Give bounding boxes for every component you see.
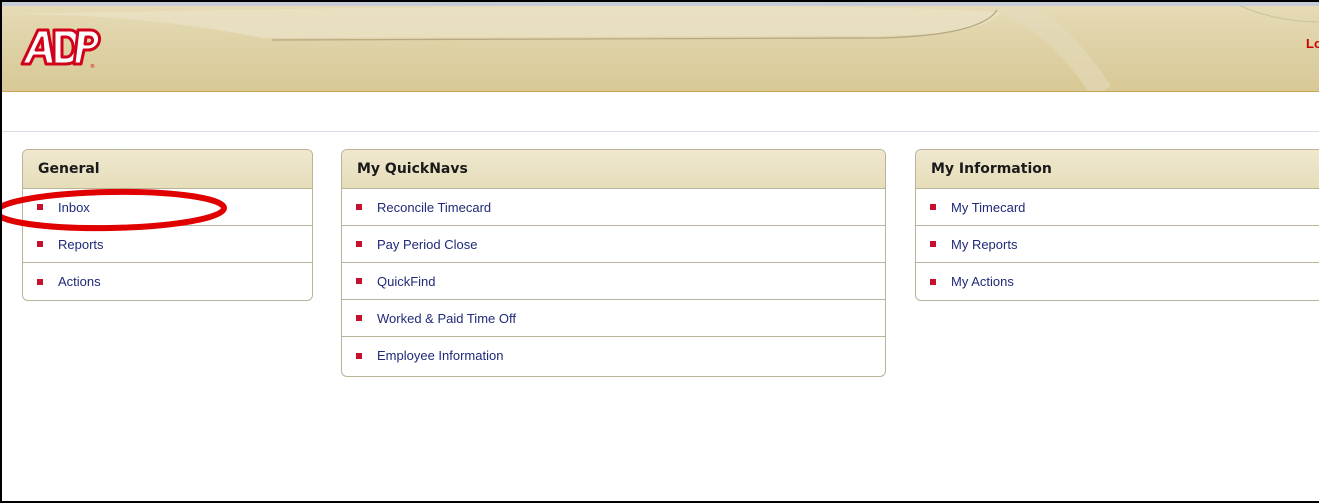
item-label: Worked & Paid Time Off bbox=[377, 310, 516, 326]
quicknav-item-reconcile-timecard[interactable]: Reconcile Timecard bbox=[342, 189, 885, 226]
my-information-panel: My Information My Timecard My Reports My… bbox=[915, 149, 1319, 301]
general-item-reports[interactable]: Reports bbox=[23, 226, 312, 263]
item-label: Reconcile Timecard bbox=[377, 199, 492, 215]
quicknav-item-quickfind[interactable]: QuickFind bbox=[342, 263, 885, 300]
adp-logo[interactable]: ® bbox=[18, 22, 102, 70]
header-swoosh-decoration bbox=[2, 2, 1319, 91]
item-label: My Timecard bbox=[951, 199, 1026, 215]
myinfo-item-my-actions[interactable]: My Actions bbox=[916, 263, 1319, 300]
item-label: Pay Period Close bbox=[377, 236, 478, 252]
general-item-inbox[interactable]: Inbox bbox=[23, 189, 312, 226]
bullet-icon bbox=[37, 241, 43, 247]
bullet-icon bbox=[930, 241, 936, 247]
quicknav-item-employee-information[interactable]: Employee Information bbox=[342, 337, 885, 374]
bullet-icon bbox=[356, 278, 362, 284]
bullet-icon bbox=[356, 204, 362, 210]
quicknavs-panel: My QuickNavs Reconcile Timecard Pay Peri… bbox=[341, 149, 886, 377]
panel-title: General bbox=[23, 150, 312, 189]
bullet-icon bbox=[356, 315, 362, 321]
bullet-icon bbox=[356, 352, 362, 359]
quicknav-item-worked-paid-time-off[interactable]: Worked & Paid Time Off bbox=[342, 300, 885, 337]
bullet-icon bbox=[356, 241, 362, 247]
item-label: Inbox bbox=[58, 199, 90, 215]
item-label: QuickFind bbox=[377, 273, 436, 289]
item-label: My Reports bbox=[951, 236, 1018, 252]
item-label: Employee Information bbox=[377, 348, 504, 363]
top-right-link[interactable]: Lo bbox=[1306, 36, 1319, 51]
sub-toolbar bbox=[2, 92, 1319, 132]
quicknav-item-pay-period-close[interactable]: Pay Period Close bbox=[342, 226, 885, 263]
item-label: Reports bbox=[58, 236, 104, 252]
myinfo-item-my-reports[interactable]: My Reports bbox=[916, 226, 1319, 263]
item-label: My Actions bbox=[951, 274, 1014, 289]
top-header: ® Lo bbox=[2, 2, 1319, 92]
panel-title: My Information bbox=[916, 150, 1319, 189]
bullet-icon bbox=[930, 278, 936, 285]
registered-mark: ® bbox=[90, 63, 95, 70]
bullet-icon bbox=[37, 204, 43, 210]
general-panel: General Inbox Reports Actions bbox=[22, 149, 313, 301]
bullet-icon bbox=[37, 278, 43, 285]
general-item-actions[interactable]: Actions bbox=[23, 263, 312, 300]
app-frame: ® Lo General Inbox Reports Actions My Qu… bbox=[0, 0, 1319, 503]
bullet-icon bbox=[930, 204, 936, 210]
myinfo-item-my-timecard[interactable]: My Timecard bbox=[916, 189, 1319, 226]
item-label: Actions bbox=[58, 274, 101, 289]
panel-title: My QuickNavs bbox=[342, 150, 885, 189]
